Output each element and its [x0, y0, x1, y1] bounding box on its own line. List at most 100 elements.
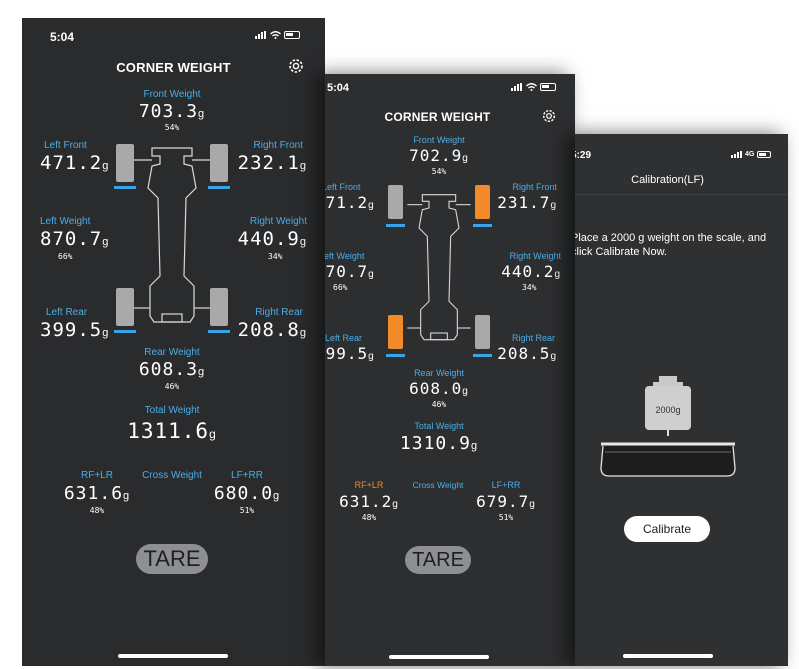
rf-lr-value: 631.6g — [63, 483, 131, 504]
tare-button[interactable]: TARE — [405, 546, 471, 574]
chassis-diagram — [407, 194, 471, 341]
left-weight-percent: 66% — [58, 252, 73, 261]
right-weight-percent: 34% — [268, 252, 283, 261]
status-icons — [255, 31, 300, 39]
battery-icon — [540, 83, 556, 91]
rear-weight-label: Rear Weight — [414, 368, 464, 378]
front-weight-label: Front Weight — [143, 89, 201, 100]
wheel-indicator-rr — [473, 354, 492, 357]
left-front-value: 471.2g — [325, 193, 375, 212]
left-front-label: Left Front — [44, 140, 87, 151]
left-front-value: 471.2g — [40, 152, 110, 174]
network-type: 4G — [745, 151, 755, 158]
status-icons — [511, 83, 556, 91]
calibration-screen: 5:29 4G Calibration(LF) Place a 2000 g w… — [575, 134, 788, 666]
wheel-indicator-rf — [208, 186, 230, 189]
wheel-indicator-rr — [208, 330, 230, 333]
total-weight-label: Total Weight — [414, 421, 464, 431]
calibration-instructions: Place a 2000 g weight on the scale, and … — [575, 232, 767, 258]
lf-rr-value: 679.7g — [476, 492, 536, 511]
home-indicator[interactable] — [389, 655, 489, 659]
left-weight-value: 870.7g — [325, 262, 375, 281]
status-time: 5:29 — [575, 150, 592, 161]
tare-button[interactable]: TARE — [136, 544, 208, 574]
rf-lr-label: RF+LR — [354, 480, 384, 490]
total-weight-value: 1310.9g — [399, 433, 479, 454]
corner-weight-screen-main: 5:04 CORNER WEIGHT Front Weight 703.3g 5… — [22, 18, 325, 666]
header-divider — [575, 194, 788, 195]
right-weight-value: 440.9g — [237, 228, 307, 250]
right-weight-percent: 34% — [522, 283, 537, 292]
gear-icon[interactable] — [541, 108, 557, 124]
page-title: CORNER WEIGHT — [384, 110, 491, 124]
wheel-left-front — [388, 185, 403, 219]
left-weight-percent: 66% — [333, 283, 348, 292]
right-rear-value: 208.8g — [237, 319, 307, 341]
front-weight-label: Front Weight — [413, 135, 465, 145]
page-title: CORNER WEIGHT — [116, 60, 231, 75]
right-front-value: 231.7g — [497, 193, 557, 212]
weight-label: 2000g — [655, 405, 681, 415]
rear-weight-value: 608.0g — [409, 379, 469, 398]
home-indicator[interactable] — [623, 654, 713, 658]
lf-rr-value: 680.0g — [213, 483, 281, 504]
rf-lr-percent: 48% — [361, 513, 377, 522]
signal-icon — [255, 31, 266, 39]
front-weight-value: 703.3g — [138, 101, 206, 122]
left-rear-label: Left Rear — [46, 307, 88, 318]
battery-icon — [757, 151, 772, 158]
home-indicator[interactable] — [118, 654, 228, 658]
right-weight-label: Right Weight — [509, 251, 561, 261]
cross-weight-label: Cross Weight — [412, 480, 464, 490]
gear-icon[interactable] — [287, 57, 305, 75]
left-weight-value: 870.7g — [40, 228, 110, 250]
lf-rr-percent: 51% — [239, 506, 255, 515]
rf-lr-label: RF+LR — [81, 470, 113, 481]
rear-weight-label: Rear Weight — [144, 347, 200, 358]
wheel-right-rear — [210, 288, 228, 326]
cross-weight-label: Cross Weight — [142, 470, 202, 481]
right-rear-label: Right Rear — [255, 307, 303, 318]
left-weight-label: Left Weight — [40, 216, 91, 227]
status-time: 5:04 — [327, 82, 350, 94]
lf-rr-percent: 51% — [498, 513, 514, 522]
scale-platform — [600, 442, 736, 477]
corner-weight-screen-calibrating: 5:04 CORNER WEIGHT Front Weight 702.9g 5… — [325, 74, 575, 666]
status-time: 5:04 — [50, 30, 75, 44]
rf-lr-value: 631.2g — [339, 492, 399, 511]
left-front-label: Left Front — [325, 182, 361, 192]
wheel-indicator-rf — [473, 224, 492, 227]
signal-icon — [731, 151, 742, 158]
calibrate-button[interactable]: Calibrate — [624, 516, 710, 542]
wifi-icon — [526, 83, 537, 91]
right-weight-value: 440.2g — [501, 262, 561, 281]
wheel-indicator-lf — [386, 224, 405, 227]
wheel-left-rear — [116, 288, 134, 326]
lf-rr-label: LF+RR — [231, 470, 263, 481]
wifi-icon — [270, 31, 281, 39]
wheel-indicator-lr — [386, 354, 405, 357]
left-weight-label: Left Weight — [325, 251, 365, 261]
left-rear-label: Left Rear — [325, 333, 363, 343]
front-weight-value: 702.9g — [409, 146, 469, 165]
battery-icon — [284, 31, 300, 39]
wheel-left-front — [116, 144, 134, 182]
right-front-label: Right Front — [512, 182, 557, 192]
lf-rr-label: LF+RR — [491, 480, 521, 490]
right-rear-label: Right Rear — [511, 333, 555, 343]
wheel-right-rear — [475, 315, 490, 349]
left-rear-value: 399.5g — [325, 344, 375, 363]
total-weight-value: 1311.6g — [127, 419, 217, 443]
right-front-value: 232.1g — [237, 152, 307, 174]
status-icons: 4G — [731, 151, 772, 158]
front-weight-percent: 54% — [164, 123, 180, 132]
page-title: Calibration(LF) — [631, 174, 704, 186]
rear-weight-percent: 46% — [164, 382, 180, 391]
left-rear-value: 399.5g — [40, 319, 110, 341]
wheel-indicator-lf — [114, 186, 136, 189]
wheel-left-rear-active — [388, 315, 403, 349]
rear-weight-value: 608.3g — [138, 359, 206, 380]
front-weight-percent: 54% — [431, 167, 447, 176]
right-rear-value: 208.5g — [497, 344, 557, 363]
rf-lr-percent: 48% — [89, 506, 105, 515]
